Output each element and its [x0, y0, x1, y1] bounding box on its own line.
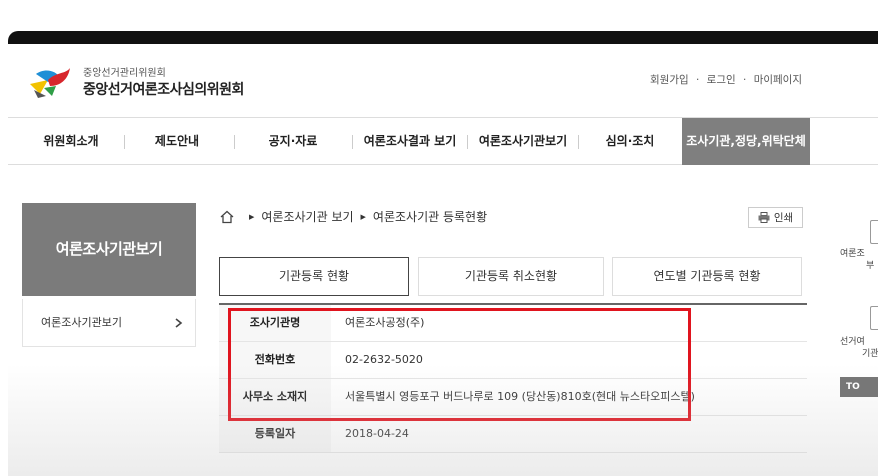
tab-registration-cancellation[interactable]: 기관등록 취소현황 — [418, 257, 604, 296]
info-label: 등록일자 — [219, 416, 331, 452]
util-separator: · — [695, 74, 700, 86]
tab-agency-registration[interactable]: 기관등록 현황 — [219, 257, 409, 296]
nec-logo[interactable] — [26, 60, 76, 100]
nav-divider — [234, 135, 235, 149]
caret-right-icon: ▶ — [360, 212, 366, 221]
sidebar-item-label: 여론조사기관보기 — [41, 316, 122, 329]
main-nav: 위원회소개 제도안내 공지·자료 여론조사결과 보기 여론조사기관보기 심의·조… — [8, 117, 878, 165]
chevron-right-icon — [175, 299, 183, 347]
breadcrumb-current: 여론조사기관 등록현황 — [372, 210, 488, 224]
breadcrumb: ▶ 여론조사기관 보기 ▶ 여론조사기관 등록현황 — [220, 208, 487, 225]
nav-divider — [578, 135, 579, 149]
quick-menu-label[interactable]: 여론조 부 — [840, 248, 878, 272]
nav-committee-intro[interactable]: 위원회소개 — [22, 118, 120, 165]
utility-links: 회원가입 · 로그인 · 마이페이지 — [648, 72, 804, 87]
quick-menu-icon[interactable] — [870, 306, 878, 330]
tab-yearly-registration[interactable]: 연도별 기관등록 현황 — [612, 257, 802, 296]
breadcrumb-item[interactable]: 여론조사기관 보기 — [261, 208, 353, 225]
nav-notice-data[interactable]: 공지·자료 — [248, 118, 338, 165]
nav-divider — [467, 135, 468, 149]
nav-review-action[interactable]: 심의·조치 — [580, 118, 680, 165]
info-row-registration-date: 등록일자 2018-04-24 — [219, 416, 807, 453]
browser-top-bar — [0, 0, 878, 44]
nav-divider — [124, 135, 125, 149]
faded-banner — [826, 64, 878, 114]
site-title[interactable]: 중앙선거여론조사심의위원회 — [83, 79, 244, 99]
sidebar-title: 여론조사기관보기 — [22, 203, 196, 296]
red-highlight-box — [228, 308, 691, 421]
util-separator: · — [743, 74, 747, 86]
caret-right-icon: ▶ — [249, 212, 255, 221]
nav-agency-party-group[interactable]: 조사기관,정당,위탁단체 — [682, 118, 810, 165]
page-frame: 중앙선거관리위원회 중앙선거여론조사심의위원회 회원가입 · 로그인 · 마이페… — [8, 44, 878, 476]
print-button[interactable]: 인쇄 — [748, 207, 803, 228]
mypage-link[interactable]: 마이페이지 — [754, 74, 802, 86]
printer-icon — [758, 212, 770, 223]
nav-poll-agencies[interactable]: 여론조사기관보기 — [470, 118, 576, 165]
signup-link[interactable]: 회원가입 — [650, 74, 689, 86]
quick-menu-icon[interactable] — [870, 220, 878, 244]
login-link[interactable]: 로그인 — [707, 74, 736, 86]
nav-divider — [352, 135, 353, 149]
home-icon[interactable] — [220, 210, 234, 224]
nav-system-guide[interactable]: 제도안내 — [132, 118, 222, 165]
org-name-small: 중앙선거관리위원회 — [83, 68, 166, 79]
nav-poll-results[interactable]: 여론조사결과 보기 — [354, 118, 466, 165]
quick-menu-label[interactable]: 선거여 기관 — [840, 336, 878, 360]
scroll-top-button[interactable]: TO — [840, 377, 878, 397]
print-label: 인쇄 — [773, 212, 794, 224]
info-value: 2018-04-24 — [345, 427, 409, 440]
sidebar-item-poll-agencies[interactable]: 여론조사기관보기 — [22, 299, 196, 347]
window-edge — [8, 31, 878, 44]
